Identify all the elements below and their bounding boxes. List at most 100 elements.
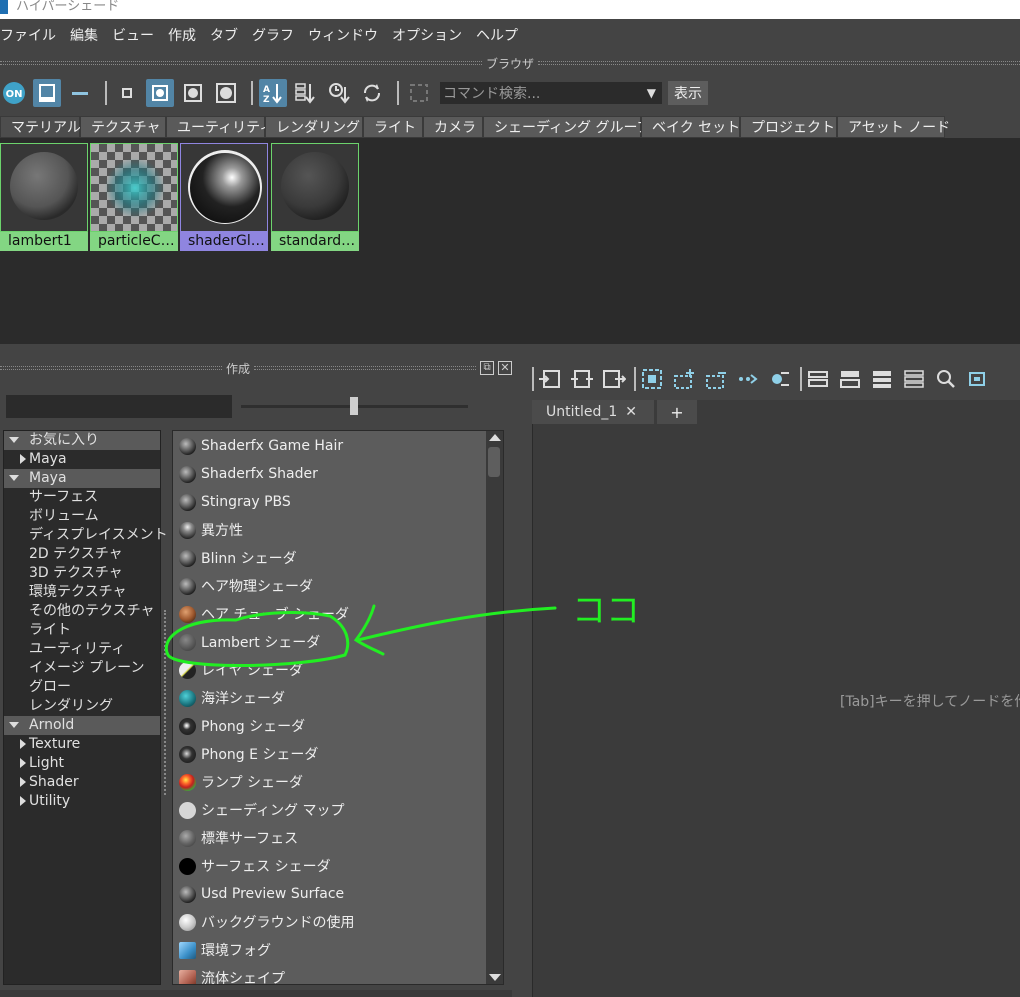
tree-item-surface[interactable]: サーフェス — [4, 488, 160, 507]
material-swatch-area[interactable]: lambert1 particleCl… shaderGl… standard… — [0, 138, 1020, 344]
collapse-arrow-icon[interactable] — [20, 777, 26, 787]
material-swatch-particlecloud[interactable]: particleCl… — [90, 143, 178, 251]
chevron-down-icon[interactable]: ▼ — [647, 86, 656, 100]
material-swatch-standardsurface[interactable]: standard… — [271, 143, 359, 251]
scroll-down-arrow-icon[interactable] — [489, 974, 501, 981]
scrollbar-thumb[interactable] — [488, 447, 500, 477]
simple-view-button[interactable] — [804, 365, 832, 393]
input-output-connections-button[interactable] — [568, 365, 596, 393]
tree-item-arnold-light[interactable]: Light — [4, 754, 160, 773]
node-item[interactable]: サーフェス シェーダ — [179, 852, 489, 880]
graph-tab-untitled[interactable]: Untitled_1 ✕ — [532, 400, 654, 424]
collapse-arrow-icon[interactable] — [20, 454, 26, 464]
clear-graph-button[interactable] — [766, 365, 794, 393]
tree-item-glow[interactable]: グロー — [4, 678, 160, 697]
tree-item-env-textures[interactable]: 環境テクスチャ — [4, 583, 160, 602]
float-panel-icon[interactable]: ⧉ — [480, 361, 495, 375]
collapse-arrow-icon[interactable] — [20, 796, 26, 806]
node-item[interactable]: Phong シェーダ — [179, 712, 489, 740]
close-icon[interactable]: ✕ — [498, 361, 513, 375]
tree-item-arnold[interactable]: Arnold — [4, 716, 160, 735]
graph-network-button[interactable] — [734, 365, 762, 393]
node-item[interactable]: シェーディング マップ — [179, 796, 489, 824]
tree-item-arnold-shader[interactable]: Shader — [4, 773, 160, 792]
tab-materials[interactable]: マテリアル — [0, 116, 81, 138]
node-item[interactable]: Stingray PBS — [179, 488, 489, 516]
menu-file[interactable]: ファイル — [0, 25, 56, 45]
panel-splitter[interactable] — [164, 610, 166, 795]
menu-graph[interactable]: グラフ — [252, 25, 294, 45]
tree-item-utilities[interactable]: ユーティリティ — [4, 640, 160, 659]
node-item[interactable]: Shaderfx Game Hair — [179, 432, 489, 460]
node-item[interactable]: Phong E シェーダ — [179, 740, 489, 768]
node-item[interactable]: ランプ シェーダ — [179, 768, 489, 796]
expand-arrow-icon[interactable] — [9, 722, 19, 728]
tree-item-3d-textures[interactable]: 3D テクスチャ — [4, 564, 160, 583]
node-item[interactable]: Usd Preview Surface — [179, 880, 489, 908]
scroll-up-arrow-icon[interactable] — [489, 434, 501, 441]
menu-options[interactable]: オプション — [392, 25, 462, 45]
material-swatch-lambert1[interactable]: lambert1 — [0, 143, 88, 251]
tree-item-other-textures[interactable]: その他のテクスチャ — [4, 602, 160, 621]
add-to-graph-button[interactable] — [670, 365, 698, 393]
collapse-arrow-icon[interactable] — [20, 739, 26, 749]
menu-tabs[interactable]: タブ — [210, 25, 238, 45]
full-view-button[interactable] — [868, 365, 896, 393]
node-item[interactable]: ヘア チューブ シェーダ — [179, 600, 489, 628]
tab-asset-nodes[interactable]: アセット ノード — [837, 116, 950, 138]
frame-selection-button[interactable] — [638, 365, 666, 393]
tab-cameras[interactable]: カメラ — [423, 116, 483, 138]
view-as-list-button[interactable] — [66, 79, 94, 107]
expand-arrow-icon[interactable] — [9, 475, 19, 481]
command-search-field[interactable]: コマンド検索... ▼ — [440, 82, 662, 104]
remove-from-graph-button[interactable] — [702, 365, 730, 393]
reverse-order-button[interactable] — [358, 79, 386, 107]
view-as-icons-button[interactable] — [33, 79, 61, 107]
tree-item-maya[interactable]: Maya — [4, 469, 160, 488]
sort-by-name-button[interactable]: AZ — [259, 79, 287, 107]
tree-item-rendering[interactable]: レンダリング — [4, 697, 160, 716]
medium-swatch-button[interactable] — [146, 79, 174, 107]
tree-item-arnold-texture[interactable]: Texture — [4, 735, 160, 754]
tree-item-favorites-maya[interactable]: Maya — [4, 450, 160, 469]
material-swatch-shaderglow[interactable]: shaderGl… — [180, 143, 268, 251]
menu-help[interactable]: ヘルプ — [476, 25, 518, 45]
header-grip-right[interactable] — [538, 61, 1020, 65]
header-grip-right[interactable] — [254, 366, 477, 370]
frame-button[interactable] — [405, 79, 433, 107]
header-grip-left[interactable] — [0, 61, 482, 65]
collapse-arrow-icon[interactable] — [20, 758, 26, 768]
create-filter-input[interactable] — [6, 395, 232, 418]
graph-extra-button[interactable] — [964, 365, 992, 393]
tree-item-arnold-utility[interactable]: Utility — [4, 792, 160, 811]
node-item[interactable]: 異方性 — [179, 516, 489, 544]
menu-edit[interactable]: 編集 — [70, 25, 98, 45]
expand-arrow-icon[interactable] — [9, 437, 19, 443]
tree-item-2d-textures[interactable]: 2D テクスチャ — [4, 545, 160, 564]
node-item[interactable]: 環境フォグ — [179, 936, 489, 964]
custom-view-button[interactable] — [900, 365, 928, 393]
tree-item-displacement[interactable]: ディスプレイスメント — [4, 526, 168, 545]
menu-window[interactable]: ウィンドウ — [308, 25, 378, 45]
menu-view[interactable]: ビュー — [112, 25, 154, 45]
node-list-scrollbar[interactable] — [486, 431, 503, 984]
connected-view-button[interactable] — [836, 365, 864, 393]
icon-size-slider-handle[interactable] — [350, 397, 358, 415]
tab-rendering[interactable]: レンダリング — [265, 116, 363, 138]
sort-by-type-button[interactable] — [292, 79, 320, 107]
search-button[interactable] — [932, 365, 960, 393]
sort-by-time-button[interactable] — [325, 79, 353, 107]
node-item[interactable]: Shaderfx Shader — [179, 460, 489, 488]
close-tab-icon[interactable]: ✕ — [625, 404, 637, 420]
node-item[interactable]: バックグラウンドの使用 — [179, 908, 489, 936]
small-swatch-button[interactable] — [113, 79, 141, 107]
node-item[interactable]: Blinn シェーダ — [179, 544, 489, 572]
header-grip-left[interactable] — [0, 366, 222, 370]
large-swatch-button[interactable] — [179, 79, 207, 107]
add-tab-button[interactable]: + — [657, 400, 697, 424]
node-item[interactable]: 流体シェイプ — [179, 964, 489, 984]
tree-item-image-planes[interactable]: イメージ プレーン — [4, 659, 160, 678]
tab-projects[interactable]: プロジェクト — [740, 116, 837, 138]
tab-lights[interactable]: ライト — [363, 116, 423, 138]
node-item[interactable]: 海洋シェーダ — [179, 684, 489, 712]
